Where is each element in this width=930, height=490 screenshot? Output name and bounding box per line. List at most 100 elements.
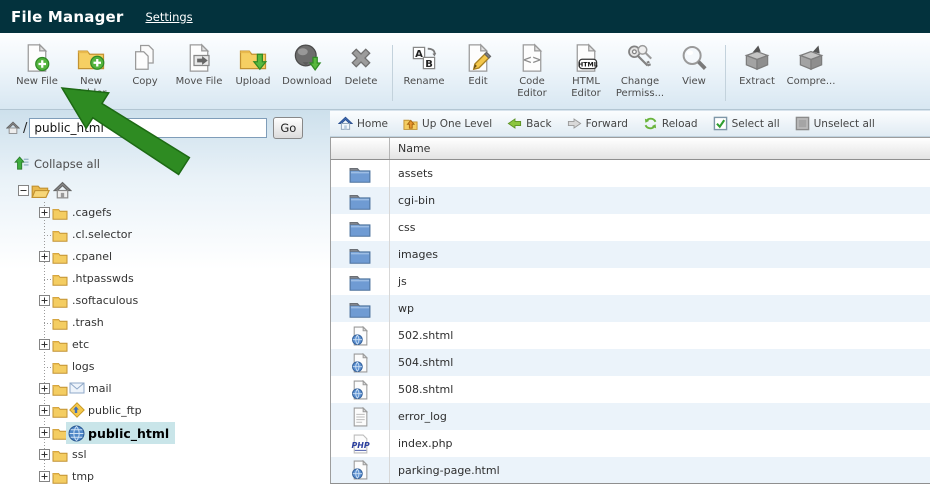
compress-icon (796, 43, 826, 73)
nav-up-one-level[interactable]: Up One Level (403, 116, 492, 131)
folder-icon (349, 218, 371, 238)
tree-item-dot-trash[interactable]: .trash (0, 312, 330, 334)
plus-box-icon[interactable] (39, 339, 50, 350)
tree-item-label: .softaculous (72, 294, 138, 307)
minus-box-icon[interactable] (18, 185, 29, 196)
folder-icon (349, 299, 371, 319)
nav-unselect-all[interactable]: Unselect all (795, 116, 875, 131)
toolbar-button-change-permiss[interactable]: Change Permiss... (613, 43, 667, 100)
toolbar-button-view[interactable]: View (667, 43, 721, 88)
toolbar: New FileNew FolderCopyMove FileUploadDow… (0, 33, 930, 110)
tree-item-public_html[interactable]: public_html (0, 422, 330, 444)
name-column-header[interactable]: Name (390, 142, 430, 155)
file-row-wp[interactable]: wp (330, 295, 930, 322)
tree-item-label: .trash (72, 316, 104, 329)
plus-box-icon[interactable] (39, 207, 50, 218)
file-name: images (390, 248, 438, 261)
go-button[interactable]: Go (273, 117, 303, 139)
content-area: / Go Collapse all .cagefs.cl.selector.cp… (0, 110, 930, 490)
file-name: wp (390, 302, 414, 315)
html-editor-icon: HTML (571, 43, 601, 73)
folder-icon (349, 191, 371, 211)
file-name: js (390, 275, 407, 288)
icon-column-header (331, 138, 390, 159)
tree-item-label: tmp (72, 470, 94, 483)
toolbar-button-compre[interactable]: Compre... (784, 43, 838, 88)
nav-back[interactable]: Back (507, 116, 552, 131)
folder-small-icon (52, 205, 68, 221)
nav-forward[interactable]: Forward (567, 116, 628, 131)
folder-small-icon (52, 403, 68, 419)
file-icon-cell (331, 214, 390, 241)
toolbar-button-label: Delete (345, 76, 378, 88)
file-row-cgi-bin[interactable]: cgi-bin (330, 187, 930, 214)
tree-item-ssl[interactable]: ssl (0, 444, 330, 466)
plus-box-icon[interactable] (39, 295, 50, 306)
collapse-all-button[interactable]: Collapse all (14, 156, 100, 171)
plus-box-icon[interactable] (39, 383, 50, 394)
file-icon-cell: PHP (331, 430, 390, 457)
svg-text:<>: <> (523, 54, 542, 67)
plus-box-icon[interactable] (39, 405, 50, 416)
tree-item-tmp[interactable]: tmp (0, 466, 330, 488)
tree-root-item[interactable] (0, 180, 330, 202)
plus-box-icon[interactable] (39, 471, 50, 482)
settings-link[interactable]: Settings (145, 10, 192, 24)
toolbar-button-rename[interactable]: ABRename (397, 43, 451, 88)
toolbar-button-label: Rename (403, 76, 444, 88)
tree-item-dot-softaculous[interactable]: .softaculous (0, 290, 330, 312)
nav-select-all[interactable]: Select all (713, 116, 780, 131)
tree-connector-stub (44, 235, 52, 236)
toolbar-button-move-file[interactable]: Move File (172, 43, 226, 88)
file-row-parking-page-html[interactable]: parking-page.html (330, 457, 930, 484)
plus-box-icon[interactable] (39, 449, 50, 460)
globe-icon (68, 425, 85, 442)
toolbar-button-code-editor[interactable]: <>Code Editor (505, 43, 559, 100)
file-row-assets[interactable]: assets (330, 160, 930, 187)
folder-small-icon (52, 271, 68, 287)
file-row-504-shtml[interactable]: 504.shtml (330, 349, 930, 376)
plus-box-icon[interactable] (39, 427, 50, 438)
toolbar-button-extract[interactable]: Extract (730, 43, 784, 88)
tree-item-mail[interactable]: mail (0, 378, 330, 400)
tree-item-dot-cpanel[interactable]: .cpanel (0, 246, 330, 268)
tree-item-label: etc (72, 338, 89, 351)
file-name: cgi-bin (390, 194, 435, 207)
file-icon-cell (331, 241, 390, 268)
tree-item-label: public_html (88, 426, 169, 441)
toolbar-button-copy[interactable]: Copy (118, 43, 172, 88)
file-icon-cell (331, 322, 390, 349)
file-icon-cell (331, 349, 390, 376)
file-row-502-shtml[interactable]: 502.shtml (330, 322, 930, 349)
file-rows: assets cgi-bin css images js wp 502.shtml504.s… (330, 160, 930, 484)
path-input[interactable] (29, 118, 267, 138)
toolbar-button-new-file[interactable]: New File (10, 43, 64, 88)
plus-box-icon[interactable] (39, 251, 50, 262)
toolbar-button-html-editor[interactable]: HTMLHTML Editor (559, 43, 613, 100)
tree-item-dot-cagefs[interactable]: .cagefs (0, 202, 330, 224)
toolbar-button-upload[interactable]: Upload (226, 43, 280, 88)
mail-icon (69, 380, 85, 396)
tree-item-dot-cl.selector[interactable]: .cl.selector (0, 224, 330, 246)
toolbar-button-download[interactable]: Download (280, 43, 334, 88)
toolbar-button-delete[interactable]: Delete (334, 43, 388, 88)
toolbar-button-edit[interactable]: Edit (451, 43, 505, 88)
file-row-508-shtml[interactable]: 508.shtml (330, 376, 930, 403)
nav-reload[interactable]: Reload (643, 116, 698, 131)
tree-item-etc[interactable]: etc (0, 334, 330, 356)
folder-small-icon (52, 249, 68, 265)
file-row-index-php[interactable]: PHPindex.php (330, 430, 930, 457)
file-row-css[interactable]: css (330, 214, 930, 241)
file-row-images[interactable]: images (330, 241, 930, 268)
svg-text:A: A (415, 49, 423, 60)
toolbar-button-new-folder[interactable]: New Folder (64, 43, 118, 100)
download-icon (292, 43, 322, 73)
tree-item-logs[interactable]: logs (0, 356, 330, 378)
tree-item-dot-htpasswds[interactable]: .htpasswds (0, 268, 330, 290)
file-row-error-log[interactable]: error_log (330, 403, 930, 430)
tree-item-public_ftp[interactable]: public_ftp (0, 400, 330, 422)
text-file-icon (350, 407, 370, 427)
file-row-js[interactable]: js (330, 268, 930, 295)
nav-home[interactable]: Home (338, 116, 388, 131)
folder-small-icon (52, 227, 68, 243)
